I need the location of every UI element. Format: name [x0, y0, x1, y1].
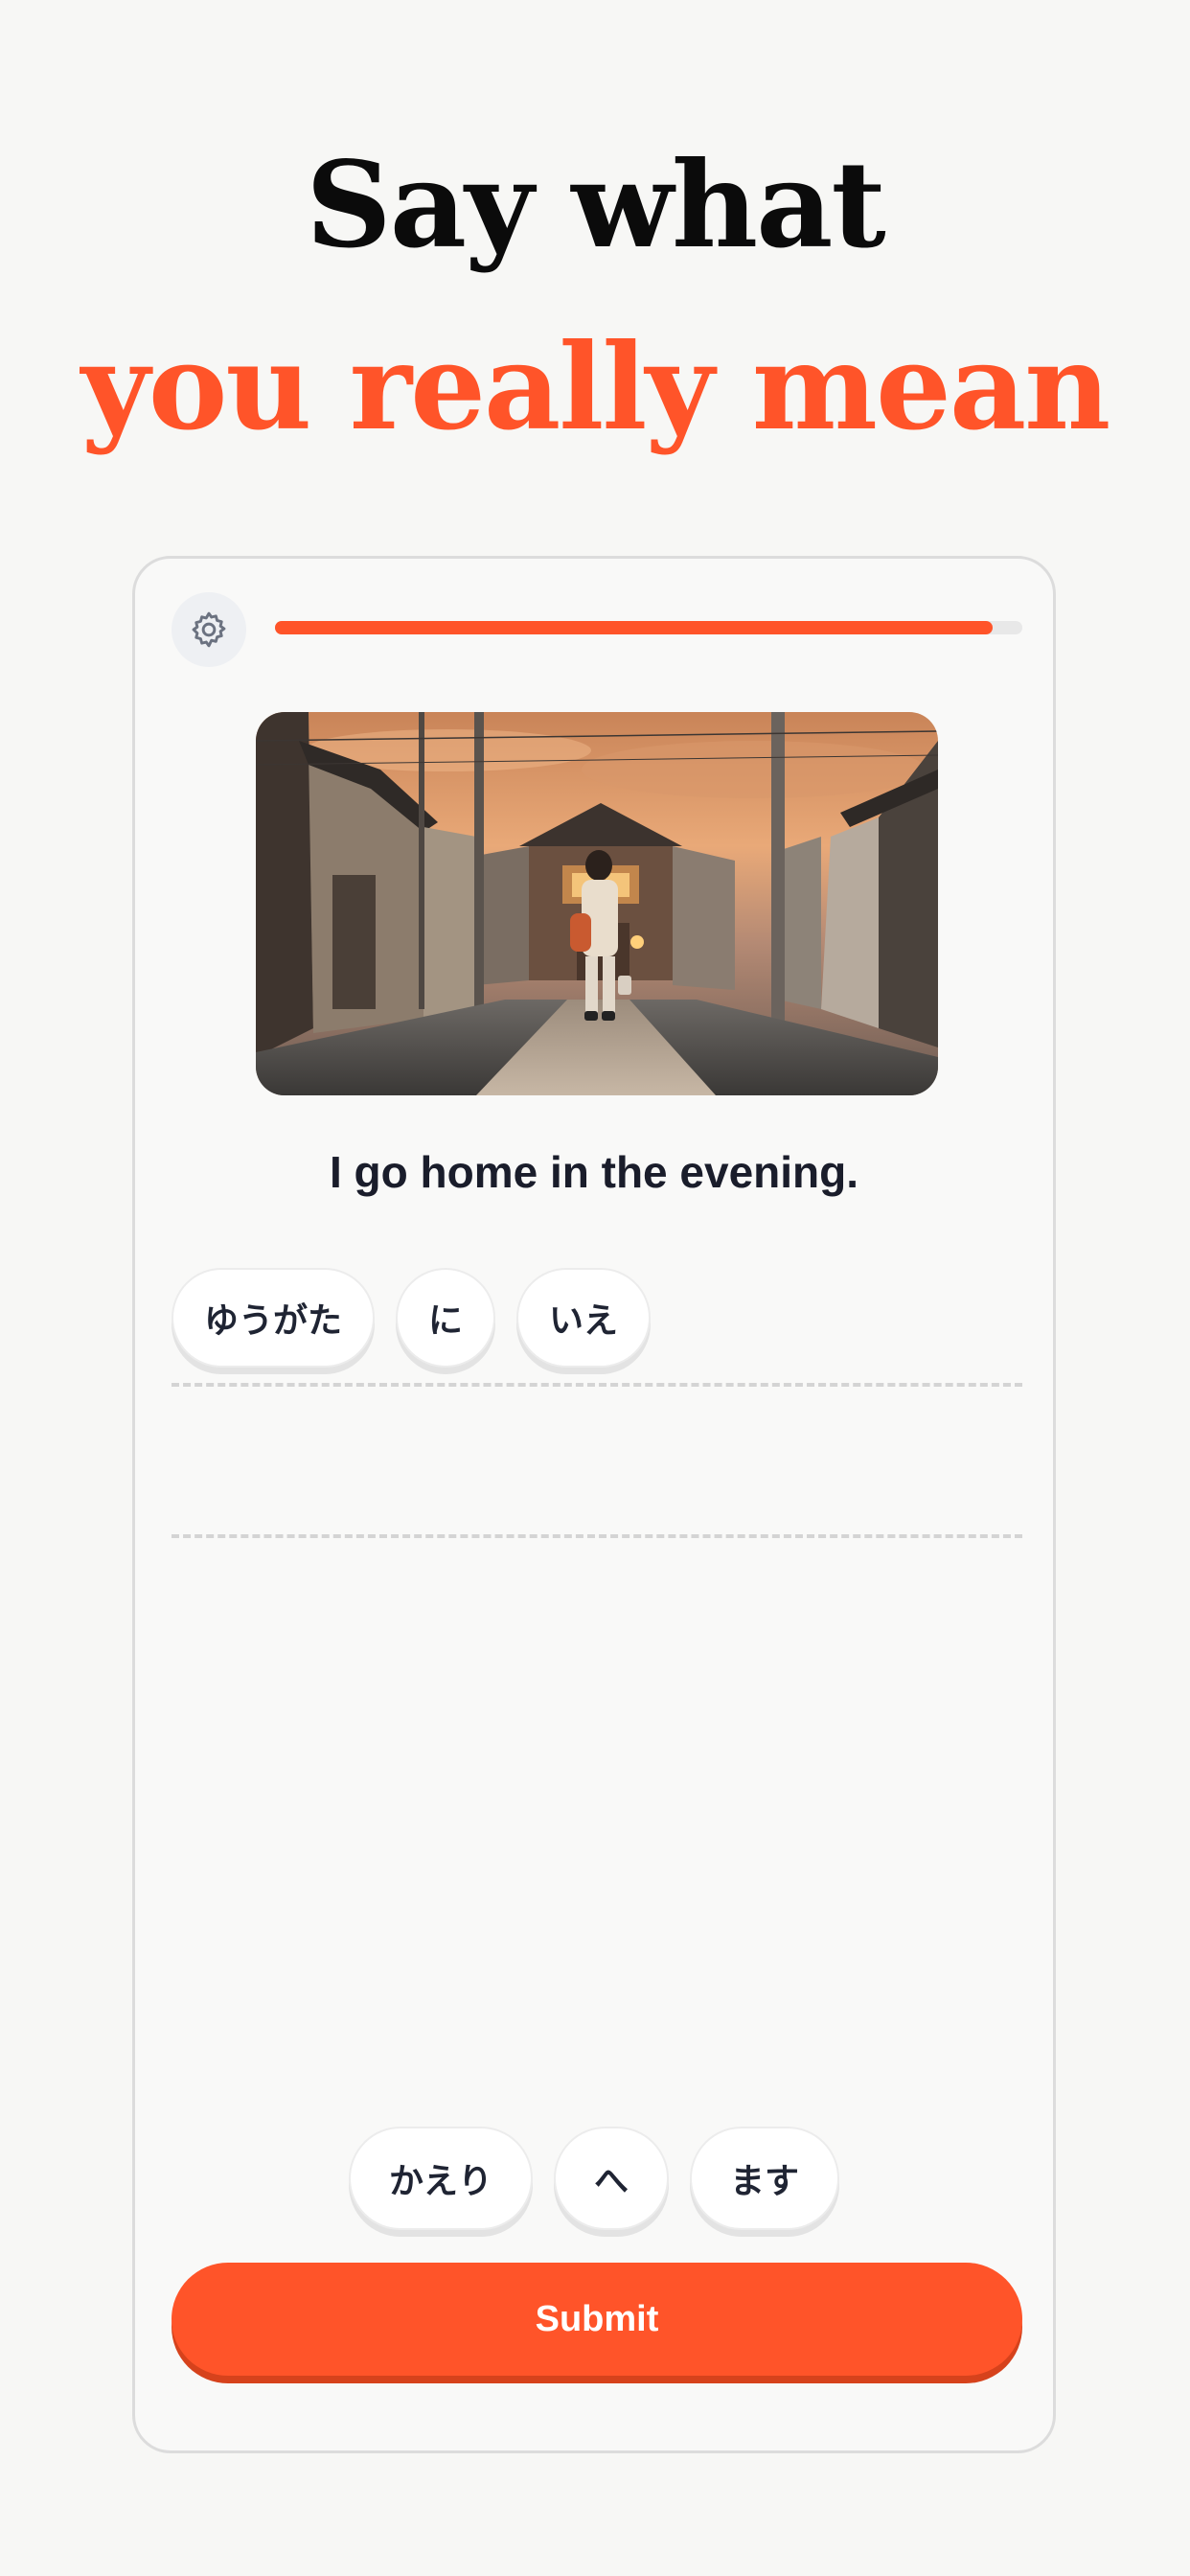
scene-illustration [256, 712, 938, 1095]
settings-button[interactable] [172, 592, 246, 667]
lesson-progress-bar [275, 621, 1022, 634]
lesson-progress-fill [275, 621, 993, 634]
submit-button[interactable]: Submit [172, 2263, 1022, 2376]
word-bank: かえり へ ます [135, 2127, 1053, 2230]
word-bank-tile[interactable]: へ [553, 2127, 669, 2230]
answer-tile[interactable]: に [396, 1268, 496, 1368]
answer-tile[interactable]: ゆうがた [172, 1268, 376, 1368]
answer-line [172, 1534, 1022, 1538]
word-bank-tile[interactable]: ます [690, 2127, 840, 2230]
headline-line-2: you really mean [80, 318, 1111, 457]
prompt-sentence: I go home in the evening. [329, 1147, 859, 1197]
lesson-card: I go home in the evening. ゆうがた に いえ かえり … [132, 556, 1056, 2453]
answer-area: ゆうがた に いえ [172, 1268, 652, 1368]
answer-line [172, 1383, 1022, 1387]
answer-tile[interactable]: いえ [516, 1268, 652, 1368]
headline-line-1: Say what [306, 136, 886, 275]
gear-icon [192, 611, 226, 648]
word-bank-tile[interactable]: かえり [348, 2127, 533, 2230]
